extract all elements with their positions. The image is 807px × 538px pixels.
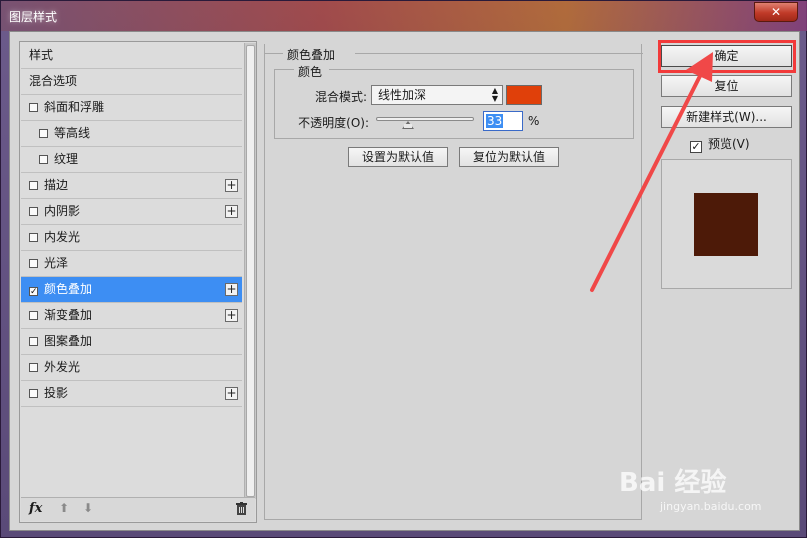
baidu-watermark-url: jingyan.baidu.com bbox=[660, 500, 762, 513]
preview-swatch bbox=[694, 193, 758, 256]
style-item-label: 内发光 bbox=[44, 230, 81, 244]
style-item-label: 纹理 bbox=[54, 152, 79, 166]
select-arrows-icon: ▲ ▼ bbox=[491, 86, 498, 103]
scroll-thumb[interactable] bbox=[246, 45, 255, 497]
style-item[interactable]: 光泽 bbox=[21, 251, 242, 277]
styles-list: 样式混合选项斜面和浮雕等高线纹理描边 + 内阴影 + 内发光光泽 ✓ 颜色叠加 + 渐变叠加 + 图… bbox=[21, 43, 242, 407]
section-title: 颜色叠加 bbox=[285, 46, 338, 63]
overlay-color-swatch[interactable] bbox=[506, 85, 542, 105]
add-effect-icon[interactable]: + bbox=[225, 205, 238, 218]
fx-menu-button[interactable]: fx bbox=[29, 501, 42, 516]
close-button[interactable]: ✕ bbox=[754, 2, 798, 22]
styles-panel: 样式混合选项斜面和浮雕等高线纹理描边 + 内阴影 + 内发光光泽 ✓ 颜色叠加 + 渐变叠加 + 图… bbox=[19, 41, 257, 523]
preview-checkbox[interactable]: ✓ bbox=[690, 141, 702, 153]
move-up-icon[interactable]: ⬆ bbox=[59, 501, 69, 515]
style-checkbox[interactable]: ✓ bbox=[29, 287, 38, 297]
style-checkbox[interactable] bbox=[29, 363, 38, 372]
style-item-label: 光泽 bbox=[44, 256, 69, 270]
style-item-label: 混合选项 bbox=[29, 74, 78, 88]
style-item[interactable]: 等高线 bbox=[21, 121, 242, 147]
baidu-watermark: Bai 经验 bbox=[619, 468, 727, 498]
title-bar[interactable]: 图层样式 ✕ bbox=[1, 1, 807, 31]
style-checkbox[interactable] bbox=[29, 259, 38, 268]
reset-default-button[interactable]: 复位为默认值 bbox=[459, 147, 559, 167]
style-item[interactable]: 内阴影 + bbox=[21, 199, 242, 225]
trash-icon[interactable] bbox=[236, 502, 247, 515]
window-title: 图层样式 bbox=[9, 10, 58, 24]
style-item[interactable]: 斜面和浮雕 bbox=[21, 95, 242, 121]
style-item-label: 颜色叠加 bbox=[44, 282, 93, 296]
style-item[interactable]: 渐变叠加 + bbox=[21, 303, 242, 329]
opacity-input[interactable]: 33 bbox=[483, 111, 523, 131]
style-item[interactable]: 描边 + bbox=[21, 173, 242, 199]
blend-mode-value: 线性加深 bbox=[378, 88, 427, 102]
style-checkbox[interactable] bbox=[29, 103, 38, 112]
style-item[interactable]: ✓ 颜色叠加 + bbox=[21, 277, 242, 303]
subsection-title: 颜色 bbox=[296, 63, 325, 80]
preview-toggle[interactable]: ✓ 预览(V) bbox=[690, 135, 750, 153]
blend-mode-select[interactable]: 线性加深 ▲ ▼ bbox=[371, 85, 503, 105]
styles-footer: fx ⬆ ⬇ bbox=[21, 497, 255, 521]
percent-sign: % bbox=[528, 114, 540, 128]
style-item[interactable]: 混合选项 bbox=[21, 69, 242, 95]
style-item[interactable]: 样式 bbox=[21, 43, 242, 69]
add-effect-icon[interactable]: + bbox=[225, 283, 238, 296]
dialog-window: 图层样式 ✕ 样式混合选项斜面和浮雕等高线纹理描边 + 内阴影 + 内发光光泽 ✓ 颜色叠加… bbox=[0, 0, 807, 538]
opacity-slider[interactable] bbox=[376, 117, 474, 121]
style-item-label: 外发光 bbox=[44, 360, 81, 374]
opacity-slider-thumb-fill bbox=[404, 124, 413, 128]
dialog-client: 样式混合选项斜面和浮雕等高线纹理描边 + 内阴影 + 内发光光泽 ✓ 颜色叠加 + 渐变叠加 + 图… bbox=[9, 31, 800, 531]
style-item[interactable]: 外发光 bbox=[21, 355, 242, 381]
style-checkbox[interactable] bbox=[29, 337, 38, 346]
subsection-divider bbox=[329, 69, 634, 70]
opacity-label: 不透明度(O): bbox=[298, 116, 369, 130]
style-item-label: 斜面和浮雕 bbox=[44, 100, 105, 114]
add-effect-icon[interactable]: + bbox=[225, 387, 238, 400]
opacity-value: 33 bbox=[486, 114, 504, 128]
reset-button[interactable]: 复位 bbox=[661, 75, 792, 97]
preview-label: 预览(V) bbox=[708, 137, 750, 151]
style-item-label: 图案叠加 bbox=[44, 334, 93, 348]
style-checkbox[interactable] bbox=[29, 311, 38, 320]
style-checkbox[interactable] bbox=[29, 389, 38, 398]
style-item-label: 样式 bbox=[29, 48, 54, 62]
style-item-label: 投影 bbox=[44, 386, 69, 400]
style-checkbox[interactable] bbox=[29, 233, 38, 242]
style-checkbox[interactable] bbox=[29, 207, 38, 216]
section-divider bbox=[355, 53, 643, 54]
style-item[interactable]: 图案叠加 bbox=[21, 329, 242, 355]
set-default-button[interactable]: 设置为默认值 bbox=[348, 147, 448, 167]
style-item-label: 等高线 bbox=[54, 126, 91, 140]
styles-scrollbar[interactable] bbox=[244, 43, 256, 499]
style-checkbox[interactable] bbox=[39, 129, 48, 138]
new-style-button[interactable]: 新建样式(W)... bbox=[661, 106, 792, 128]
blend-mode-label: 混合模式: bbox=[314, 90, 367, 104]
ok-highlight-box bbox=[658, 40, 796, 73]
add-effect-icon[interactable]: + bbox=[225, 309, 238, 322]
style-item-label: 描边 bbox=[44, 178, 69, 192]
add-effect-icon[interactable]: + bbox=[225, 179, 238, 192]
style-checkbox[interactable] bbox=[39, 155, 48, 164]
style-item-label: 内阴影 bbox=[44, 204, 81, 218]
section-divider bbox=[265, 53, 283, 54]
color-overlay-section: 颜色叠加 颜色 混合模式: 线性加深 ▲ ▼ 不透明度(O): 33 % 设置为默… bbox=[264, 44, 643, 520]
preview-thumbnail bbox=[661, 159, 792, 289]
style-item[interactable]: 纹理 bbox=[21, 147, 242, 173]
move-down-icon[interactable]: ⬇ bbox=[83, 501, 93, 515]
style-item[interactable]: 内发光 bbox=[21, 225, 242, 251]
style-item[interactable]: 投影 + bbox=[21, 381, 242, 407]
style-item-label: 渐变叠加 bbox=[44, 308, 93, 322]
subsection-divider bbox=[274, 69, 294, 70]
style-checkbox[interactable] bbox=[29, 181, 38, 190]
